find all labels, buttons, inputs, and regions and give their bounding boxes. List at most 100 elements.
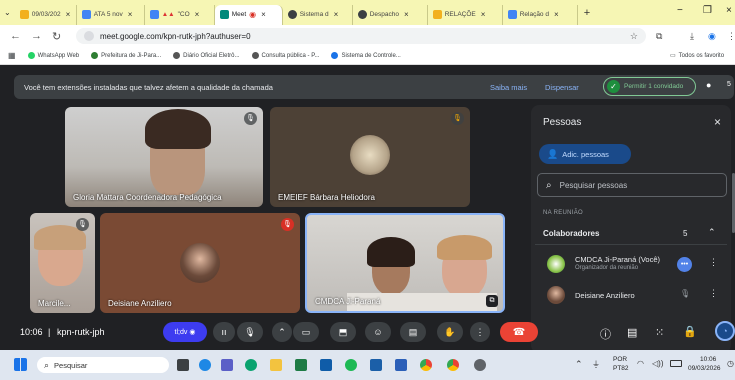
close-icon[interactable]: × <box>261 10 266 19</box>
close-window-icon[interactable]: × <box>726 5 732 16</box>
tab-meet[interactable]: Meet ◉ × <box>214 4 283 25</box>
chrome-profile-icon[interactable] <box>447 359 459 371</box>
add-people-button[interactable]: 👤 Adic. pessoas <box>539 144 631 164</box>
mic-button[interactable]: 🎙 <box>237 322 263 342</box>
folder-icon: ▭ <box>670 53 676 59</box>
tab-search-icon[interactable]: ⌄ <box>4 8 11 17</box>
bookmark-consulta[interactable]: Consulta pública - P... <box>251 52 319 59</box>
bookmark-star-icon[interactable]: ☆ <box>630 31 638 42</box>
tab-7[interactable]: RELAÇÕE × <box>428 4 503 25</box>
bookmark-sistema[interactable]: Sistema de Controle... <box>331 52 401 59</box>
camera-options-chevron-icon[interactable]: ⌃ <box>272 322 292 342</box>
reload-icon[interactable]: ↻ <box>52 30 61 43</box>
video-tile-emeief[interactable]: 🎙 EMEIEF Bárbara Heliodora <box>270 107 470 207</box>
settings-icon[interactable] <box>474 359 486 371</box>
participant-row[interactable]: CMDCA Ji-Paraná (Você) Organizador da re… <box>535 252 727 278</box>
tab-8[interactable]: Relação d × <box>503 4 578 25</box>
dismiss-link[interactable]: Dispensar <box>545 83 579 92</box>
close-icon[interactable]: × <box>554 10 559 19</box>
close-icon[interactable]: × <box>334 10 339 19</box>
audio-level-icon[interactable]: ıı <box>213 322 235 342</box>
pin-icon[interactable]: ⧉ <box>486 295 498 307</box>
tab-1[interactable]: 09/03/202 × <box>15 4 77 25</box>
leave-call-button[interactable]: ☎ <box>500 322 538 342</box>
spotify-icon[interactable] <box>345 359 357 371</box>
video-tile-cmdca[interactable]: CMDCA Ji-Paraná ⧉ <box>305 213 505 313</box>
close-icon[interactable]: × <box>714 115 721 129</box>
excel-icon[interactable] <box>295 359 307 371</box>
app-icon[interactable] <box>370 359 382 371</box>
tab-5[interactable]: Sistema d × <box>283 4 353 25</box>
edge-icon[interactable] <box>199 359 211 371</box>
collaborators-group[interactable]: Colaboradores 5 ⌃ <box>535 223 727 245</box>
video-tile-deisiane[interactable]: 🎙 Deisiane Anziliero <box>100 213 300 313</box>
tab-3[interactable]: ▲▲ "CO × <box>145 4 215 25</box>
forward-icon[interactable]: → <box>31 30 42 42</box>
taskbar-search[interactable]: ⌕ Pesquisar <box>37 357 169 373</box>
participant-name: Gloria Mattara Coordenadora Pedagógica <box>73 193 222 202</box>
tab-2[interactable]: ATA 5 nov × <box>77 4 145 25</box>
wifi-icon[interactable]: ◠ <box>637 359 644 368</box>
tray-chevron-icon[interactable]: ⌃ <box>575 359 583 370</box>
back-icon[interactable]: ← <box>10 30 21 42</box>
people-count-icon[interactable]: ● <box>706 80 711 90</box>
allow-guest-button[interactable]: ✓ Permitir 1 convidado <box>603 77 696 96</box>
more-options-icon[interactable]: ⋮ <box>709 288 718 299</box>
chat-icon[interactable]: ▤ <box>627 326 637 339</box>
info-icon[interactable]: ⓘ <box>600 326 611 342</box>
volume-icon[interactable]: ◁)) <box>652 359 663 368</box>
close-icon[interactable]: × <box>128 10 133 19</box>
close-icon[interactable]: × <box>481 10 486 19</box>
bookmark-whatsapp[interactable]: WhatsApp Web <box>27 52 79 59</box>
url-input[interactable]: meet.google.com/kpn-rutk-jph?authuser=0 … <box>76 28 646 44</box>
captions-button[interactable]: ▤ <box>400 322 426 342</box>
chrome-icon[interactable] <box>420 359 432 371</box>
site-info-icon[interactable] <box>84 31 94 41</box>
battery-icon[interactable] <box>670 360 682 367</box>
close-icon[interactable]: × <box>66 10 71 19</box>
extension-button[interactable]: tl;dv ◉ <box>163 322 207 342</box>
camera-button[interactable]: ▭ <box>293 322 319 342</box>
menu-icon[interactable]: ⋮ <box>727 31 735 42</box>
extensions-icon[interactable]: ⧉ <box>656 31 662 42</box>
profile-icon[interactable]: ◉ <box>708 31 716 42</box>
word-icon[interactable] <box>395 359 407 371</box>
calculator-icon[interactable] <box>320 359 332 371</box>
host-controls-icon[interactable]: 🔒 <box>683 325 697 338</box>
start-icon[interactable] <box>14 358 27 371</box>
file-explorer-icon[interactable] <box>270 359 282 371</box>
mic-off-icon: 🎙 <box>451 112 464 125</box>
close-icon[interactable]: × <box>195 10 200 19</box>
notification-icon[interactable]: ◷ <box>727 359 734 368</box>
clock-time[interactable]: 10:06 <box>700 356 716 363</box>
participant-row[interactable]: Deisiane Anziliero 🎙 ⋮ <box>535 283 727 309</box>
raise-hand-button[interactable]: ✋ <box>437 322 463 342</box>
clock-date[interactable]: 09/03/2026 <box>688 365 721 372</box>
input-language[interactable]: POR <box>613 356 627 363</box>
download-icon[interactable]: ⤓ <box>690 31 694 42</box>
teams-icon[interactable] <box>221 359 233 371</box>
emoji-button[interactable]: ☺ <box>365 322 391 342</box>
maximize-icon[interactable]: ❐ <box>703 5 712 16</box>
more-options-icon[interactable]: ⋮ <box>709 257 718 268</box>
minimize-icon[interactable]: − <box>677 5 683 16</box>
edge-browser-icon[interactable] <box>245 359 257 371</box>
bookmark-prefeitura[interactable]: Prefeitura de Ji-Para... <box>91 52 161 59</box>
task-view-icon[interactable] <box>177 359 189 371</box>
learn-more-link[interactable]: Saiba mais <box>490 83 527 92</box>
new-tab-icon[interactable]: + <box>584 7 590 19</box>
video-tile-marcile[interactable]: 🎙 Marcile... <box>30 213 95 313</box>
video-tile-gloria[interactable]: 🎙 Gloria Mattara Coordenadora Pedagógica <box>65 107 263 207</box>
activities-icon[interactable]: ⁙ <box>655 326 664 339</box>
usb-icon[interactable]: ⏚ <box>592 359 600 370</box>
keyboard-layout[interactable]: PT82 <box>613 365 629 372</box>
search-people-input[interactable]: ⌕ Pesquisar pessoas <box>537 173 727 197</box>
apps-icon[interactable]: ▦ <box>8 51 16 60</box>
more-options-button[interactable]: ⋮ <box>470 322 490 342</box>
all-bookmarks[interactable]: ▭ Todos os favorito <box>670 52 724 60</box>
tab-6[interactable]: Despacho × <box>353 4 428 25</box>
bookmark-diario[interactable]: Diário Oficial Eletrô... <box>173 52 240 59</box>
present-button[interactable]: ⬒ <box>330 322 356 342</box>
people-active-icon[interactable]: ◔ <box>715 321 735 341</box>
close-icon[interactable]: × <box>404 10 409 19</box>
